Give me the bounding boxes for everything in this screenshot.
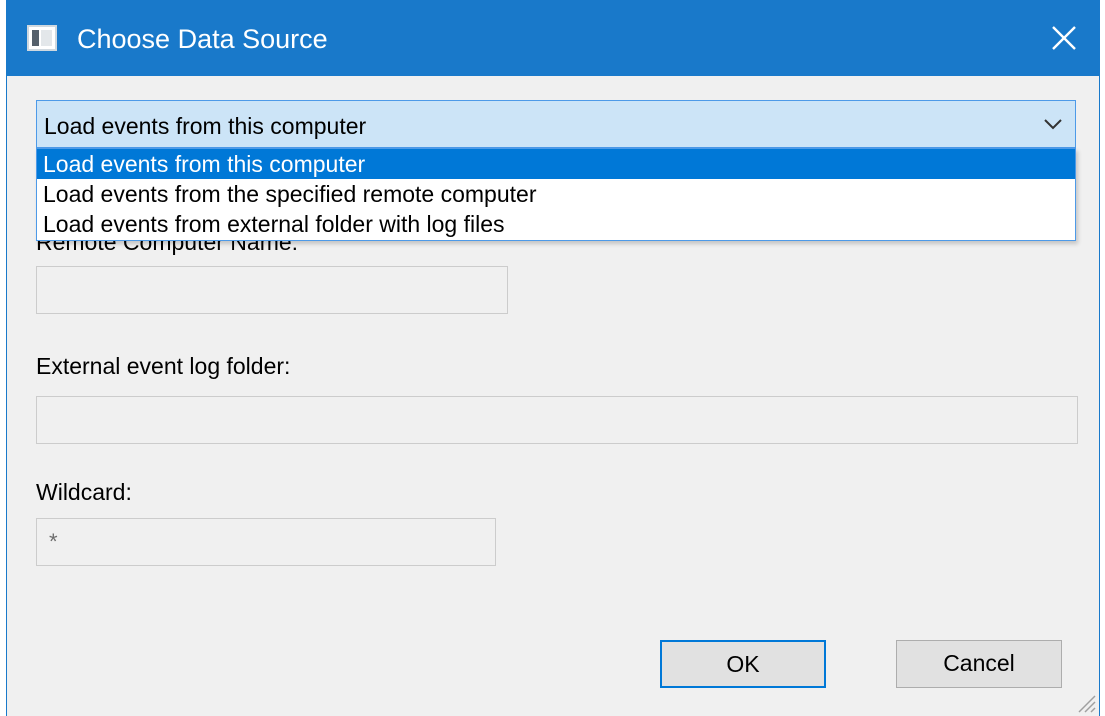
data-source-selected-value: Load events from this computer: [44, 113, 367, 139]
close-button[interactable]: [1029, 0, 1099, 76]
resize-grip-icon[interactable]: [1075, 692, 1097, 714]
data-source-combobox[interactable]: Load events from this computer: [36, 100, 1076, 148]
cancel-button[interactable]: Cancel: [896, 640, 1062, 688]
ok-button[interactable]: OK: [660, 640, 826, 688]
option-this-computer[interactable]: Load events from this computer: [37, 149, 1075, 179]
event-viewer-app-icon: [27, 25, 57, 51]
external-folder-label: External event log folder:: [36, 353, 291, 379]
wildcard-input[interactable]: *: [36, 518, 496, 566]
wildcard-label: Wildcard:: [36, 479, 132, 505]
close-icon: [1052, 26, 1076, 50]
chevron-down-icon: [1044, 119, 1062, 130]
wildcard-value: *: [49, 529, 58, 554]
external-folder-input[interactable]: [36, 396, 1078, 444]
data-source-dropdown-list: Load events from this computer Load even…: [36, 148, 1076, 241]
choose-data-source-dialog: Choose Data Source Load events from this…: [6, 0, 1100, 716]
remote-computer-input[interactable]: [36, 266, 508, 314]
option-remote-computer[interactable]: Load events from the specified remote co…: [37, 179, 1075, 209]
title-bar: Choose Data Source: [7, 0, 1099, 76]
option-external-folder[interactable]: Load events from external folder with lo…: [37, 209, 1075, 239]
dialog-title: Choose Data Source: [77, 24, 328, 54]
